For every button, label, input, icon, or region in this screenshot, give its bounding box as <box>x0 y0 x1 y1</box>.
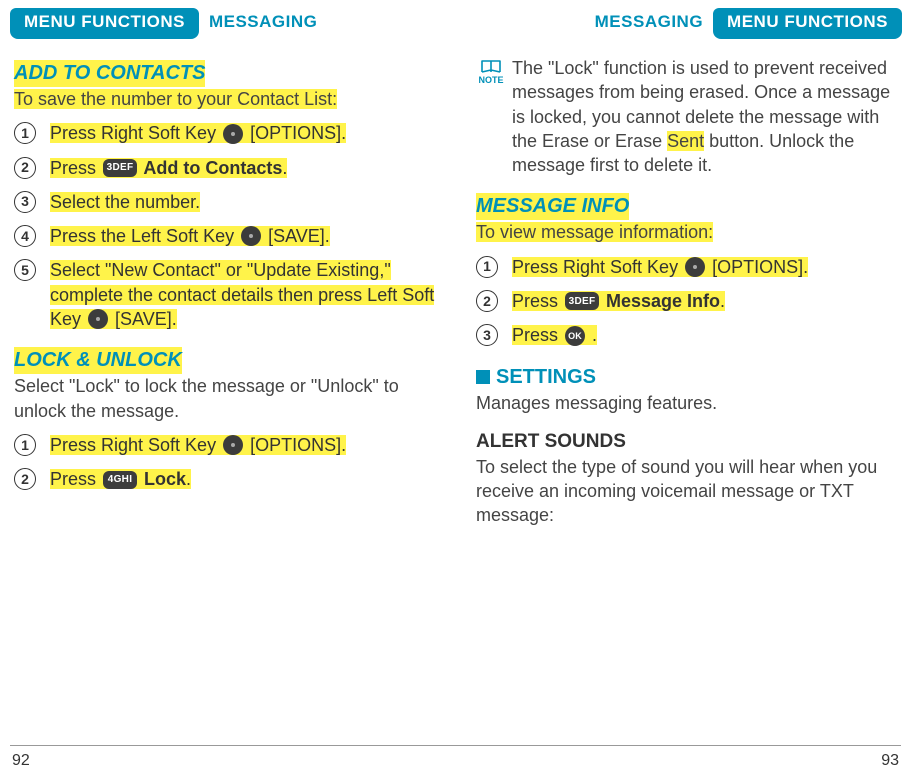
message-info-desc: To view message information: <box>476 222 713 242</box>
soft-key-dot-icon <box>223 435 243 455</box>
key-3def-icon: 3DEF <box>103 159 137 177</box>
alert-sounds-desc: To select the type of sound you will hea… <box>476 457 877 526</box>
step-2: 2 Press 4GHI Lock. <box>14 467 436 491</box>
messaging-label-right: MESSAGING <box>585 8 713 39</box>
step-1: 1 Press Right Soft Key [OPTIONS]. <box>14 433 436 457</box>
alert-sounds-heading: ALERT SOUNDS <box>476 429 898 455</box>
note-block: NOTE The "Lock" function is used to prev… <box>476 56 898 177</box>
menu-functions-tab-left: MENU FUNCTIONS <box>10 8 199 39</box>
page-number-right: 93 <box>881 750 899 772</box>
message-info-steps: 1 Press Right Soft Key [OPTIONS]. 2 Pres… <box>476 255 898 348</box>
settings-heading: SETTINGS <box>496 366 596 388</box>
soft-key-dot-icon <box>685 257 705 277</box>
footer-rule <box>10 745 901 746</box>
step-4: 4 Press the Left Soft Key [SAVE]. <box>14 224 436 248</box>
add-to-contacts-desc: To save the number to your Contact List: <box>14 89 337 109</box>
header-right: MESSAGING MENU FUNCTIONS <box>472 8 902 38</box>
step-number-icon: 1 <box>14 122 36 144</box>
messaging-label-left: MESSAGING <box>199 8 327 39</box>
soft-key-dot-icon <box>88 309 108 329</box>
step-1: 1 Press Right Soft Key [OPTIONS]. <box>14 121 436 145</box>
menu-functions-tab-right: MENU FUNCTIONS <box>713 8 902 39</box>
step-2: 2 Press 3DEF Add to Contacts. <box>14 156 436 180</box>
step-number-icon: 1 <box>14 434 36 456</box>
ok-key-icon: OK <box>565 326 585 346</box>
soft-key-dot-icon <box>241 226 261 246</box>
step-5: 5 Select "New Contact" or "Update Existi… <box>14 258 436 331</box>
lock-unlock-heading: LOCK & UNLOCK <box>14 347 182 374</box>
add-to-contacts-steps: 1 Press Right Soft Key [OPTIONS]. 2 Pres… <box>14 121 436 331</box>
lock-unlock-desc: Select "Lock" to lock the message or "Un… <box>14 376 399 420</box>
key-3def-icon: 3DEF <box>565 292 599 310</box>
note-icon: NOTE <box>476 56 506 85</box>
settings-desc: Manages messaging features. <box>476 393 717 413</box>
soft-key-dot-icon <box>223 124 243 144</box>
add-to-contacts-heading: ADD TO CONTACTS <box>14 60 205 87</box>
message-info-heading: MESSAGE INFO <box>476 193 629 220</box>
step-1: 1 Press Right Soft Key [OPTIONS]. <box>476 255 898 279</box>
lock-unlock-steps: 1 Press Right Soft Key [OPTIONS]. 2 Pres… <box>14 433 436 492</box>
step-3: 3 Select the number. <box>14 190 436 214</box>
step-3: 3 Press OK . <box>476 323 898 347</box>
section-marker-icon <box>476 370 490 384</box>
step-2: 2 Press 3DEF Message Info. <box>476 289 898 313</box>
step-number-icon: 2 <box>476 290 498 312</box>
step-number-icon: 3 <box>476 324 498 346</box>
step-number-icon: 2 <box>14 468 36 490</box>
note-text: The "Lock" function is used to prevent r… <box>506 56 898 177</box>
step-number-icon: 3 <box>14 191 36 213</box>
header-left: MENU FUNCTIONS MESSAGING <box>10 8 440 38</box>
step-number-icon: 5 <box>14 259 36 281</box>
step-number-icon: 1 <box>476 256 498 278</box>
step-number-icon: 4 <box>14 225 36 247</box>
step-number-icon: 2 <box>14 157 36 179</box>
page-number-left: 92 <box>12 750 30 772</box>
key-4ghi-icon: 4GHI <box>103 471 137 489</box>
